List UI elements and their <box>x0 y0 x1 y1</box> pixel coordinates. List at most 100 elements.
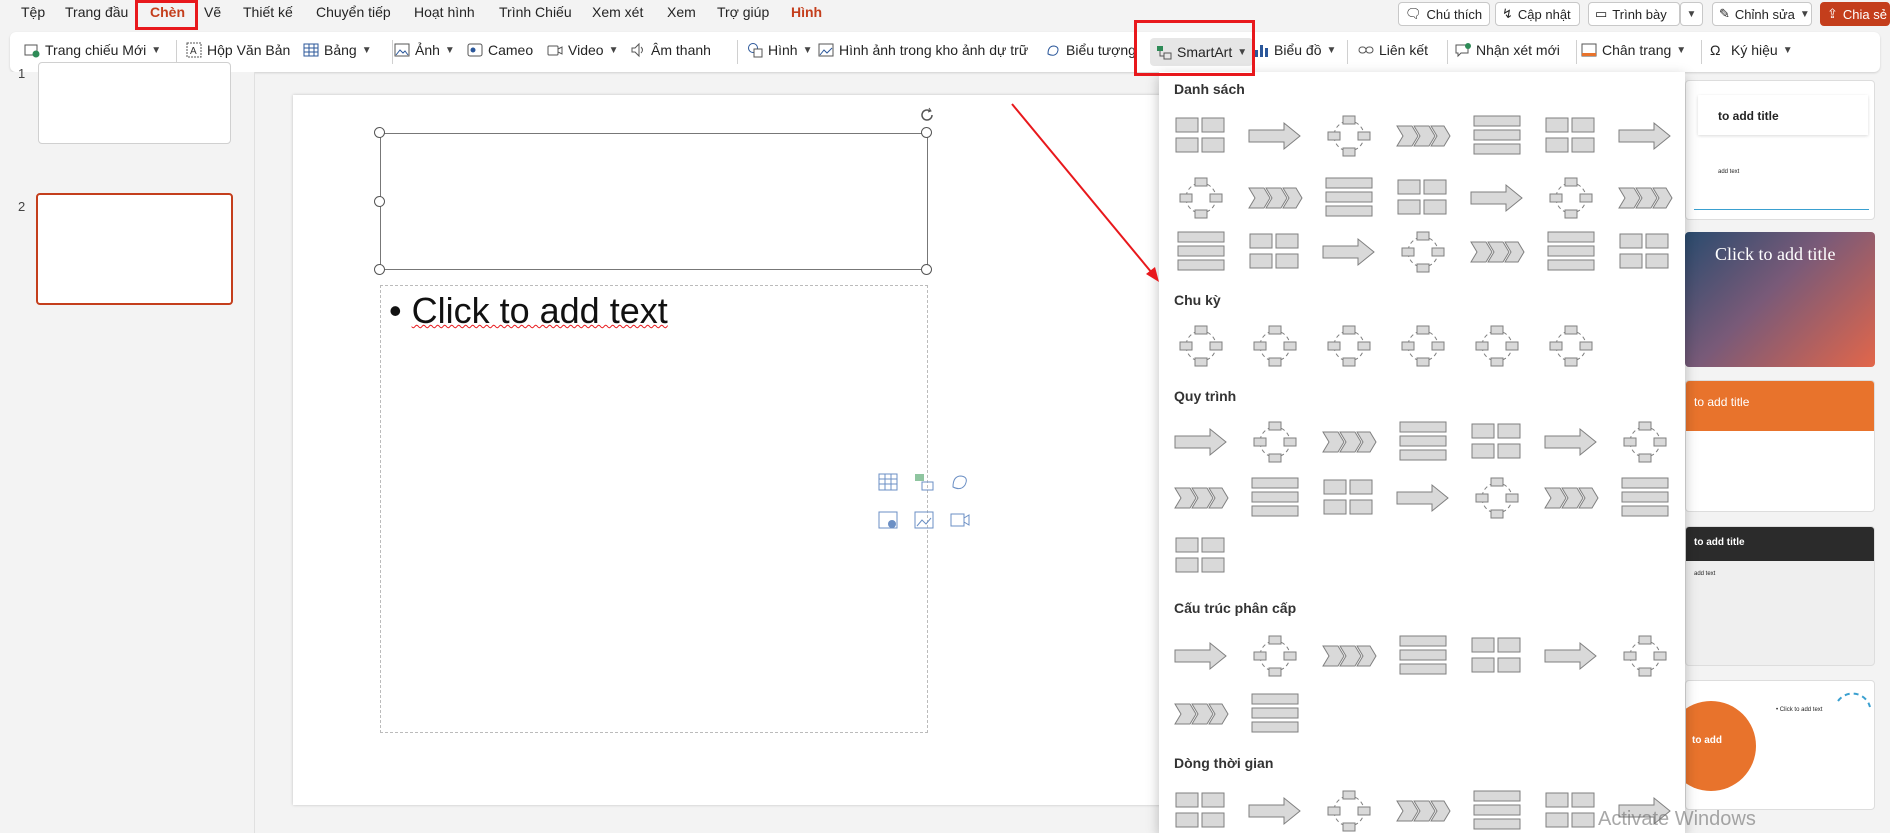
menu-help[interactable]: Trợ giúp <box>717 4 769 20</box>
chart-button[interactable]: Biểu đồ ▼ <box>1253 42 1336 58</box>
smartart-layout-thumbnail[interactable] <box>1246 228 1304 276</box>
smartart-layout-thumbnail[interactable] <box>1172 112 1230 160</box>
smartart-layout-thumbnail[interactable] <box>1616 632 1674 680</box>
symbols-button[interactable]: Ω Ký hiệu ▼ <box>1710 42 1793 58</box>
present-button[interactable]: ▭ Trình bày <box>1588 2 1680 26</box>
editing-mode-button[interactable]: ✎ Chỉnh sửa ▼ <box>1712 2 1812 26</box>
table-button[interactable]: Bảng ▼ <box>303 42 372 58</box>
smartart-layout-thumbnail[interactable] <box>1468 174 1526 222</box>
new-slide-button[interactable]: Trang chiếu Mới ▼ <box>24 42 161 58</box>
smartart-layout-thumbnail[interactable] <box>1172 228 1230 276</box>
smartart-layout-thumbnail[interactable] <box>1172 474 1230 522</box>
smartart-layout-thumbnail[interactable] <box>1320 474 1378 522</box>
audio-button[interactable]: Âm thanh <box>630 42 711 58</box>
smartart-layout-thumbnail[interactable] <box>1542 228 1600 276</box>
smartart-layout-thumbnail[interactable] <box>1468 112 1526 160</box>
design-idea-4[interactable]: to add title add text <box>1685 526 1875 666</box>
smartart-layout-thumbnail[interactable] <box>1246 174 1304 222</box>
cameo-button[interactable]: Cameo <box>467 42 533 58</box>
smartart-layout-thumbnail[interactable] <box>1394 112 1452 160</box>
smartart-layout-thumbnail[interactable] <box>1172 418 1230 466</box>
menu-view[interactable]: Xem <box>667 4 696 20</box>
smartart-layout-thumbnail[interactable] <box>1172 690 1230 738</box>
smartart-layout-thumbnail[interactable] <box>1320 228 1378 276</box>
smartart-layout-thumbnail[interactable] <box>1246 474 1304 522</box>
smartart-layout-thumbnail[interactable] <box>1172 787 1230 833</box>
body-placeholder[interactable]: • Click to add text <box>380 285 970 733</box>
smartart-layout-thumbnail[interactable] <box>1542 632 1600 680</box>
rotate-handle[interactable] <box>920 107 934 121</box>
design-idea-1[interactable]: to add title add text <box>1685 80 1875 220</box>
smartart-layout-thumbnail[interactable] <box>1246 787 1304 833</box>
smartart-layout-thumbnail[interactable] <box>1616 228 1674 276</box>
design-idea-3[interactable]: to add title <box>1685 380 1875 512</box>
slide-thumbnail-1[interactable] <box>38 62 231 144</box>
smartart-layout-thumbnail[interactable] <box>1320 418 1378 466</box>
smartart-layout-thumbnail[interactable] <box>1246 112 1304 160</box>
smartart-layout-thumbnail[interactable] <box>1468 322 1526 370</box>
new-comment-button[interactable]: Nhận xét mới <box>1455 42 1560 58</box>
smartart-layout-thumbnail[interactable] <box>1616 418 1674 466</box>
smartart-layout-thumbnail[interactable] <box>1172 174 1230 222</box>
smartart-layout-thumbnail[interactable] <box>1320 174 1378 222</box>
link-button[interactable]: Liên kết <box>1358 42 1428 58</box>
smartart-layout-thumbnail[interactable] <box>1542 787 1600 833</box>
menu-review[interactable]: Xem xét <box>592 4 643 20</box>
menu-file[interactable]: Tệp <box>21 4 45 20</box>
menu-design[interactable]: Thiết kế <box>243 4 293 20</box>
design-idea-5[interactable]: to add • Click to add text <box>1685 680 1875 810</box>
insert-video-icon[interactable] <box>950 510 972 532</box>
comments-button[interactable]: 🗨 Chú thích <box>1398 2 1490 26</box>
smartart-layout-thumbnail[interactable] <box>1172 322 1230 370</box>
smartart-layout-thumbnail[interactable] <box>1246 632 1304 680</box>
catch-up-button[interactable]: ↯ Cập nhật <box>1495 2 1580 26</box>
textbox-button[interactable]: A Hộp Văn Bản <box>186 42 290 58</box>
smartart-layout-thumbnail[interactable] <box>1320 787 1378 833</box>
smartart-layout-thumbnail[interactable] <box>1246 690 1304 738</box>
smartart-layout-thumbnail[interactable] <box>1246 418 1304 466</box>
title-placeholder[interactable] <box>380 133 928 270</box>
smartart-layout-thumbnail[interactable] <box>1172 532 1230 580</box>
smartart-layout-thumbnail[interactable] <box>1616 112 1674 160</box>
smartart-layout-thumbnail[interactable] <box>1394 174 1452 222</box>
smartart-layout-thumbnail[interactable] <box>1616 474 1674 522</box>
resize-handle[interactable] <box>374 264 385 275</box>
icons-button[interactable]: Biểu tượng <box>1045 42 1136 58</box>
menu-draw[interactable]: Vẽ <box>204 4 221 20</box>
menu-home[interactable]: Trang đầu <box>65 4 128 20</box>
smartart-layout-thumbnail[interactable] <box>1394 787 1452 833</box>
smartart-layout-thumbnail[interactable] <box>1394 228 1452 276</box>
footer-button[interactable]: Chân trang ▼ <box>1581 42 1686 58</box>
resize-handle[interactable] <box>921 264 932 275</box>
stock-images-button[interactable]: Hình ảnh trong kho ảnh dự trữ <box>818 42 1028 58</box>
smartart-layout-thumbnail[interactable] <box>1394 418 1452 466</box>
smartart-layout-thumbnail[interactable] <box>1468 228 1526 276</box>
smartart-layout-thumbnail[interactable] <box>1542 112 1600 160</box>
smartart-layout-thumbnail[interactable] <box>1320 632 1378 680</box>
insert-icons-icon[interactable] <box>950 472 972 494</box>
video-button[interactable]: Video ▼ <box>547 42 618 58</box>
smartart-layout-thumbnail[interactable] <box>1246 322 1304 370</box>
smartart-layout-thumbnail[interactable] <box>1394 474 1452 522</box>
shapes-button[interactable]: Hình ▼ <box>747 42 812 58</box>
insert-table-icon[interactable] <box>878 472 900 494</box>
menu-slideshow[interactable]: Trình Chiếu <box>499 4 572 20</box>
smartart-layout-thumbnail[interactable] <box>1172 632 1230 680</box>
smartart-layout-thumbnail[interactable] <box>1394 322 1452 370</box>
insert-picture-icon[interactable] <box>878 510 900 532</box>
share-button[interactable]: ⇪ Chia sẻ <box>1820 2 1890 26</box>
design-idea-2[interactable]: Click to add title <box>1685 232 1875 367</box>
menu-animations[interactable]: Hoạt hình <box>414 4 475 20</box>
smartart-layout-thumbnail[interactable] <box>1468 474 1526 522</box>
insert-stock-image-icon[interactable] <box>914 510 936 532</box>
smartart-layout-thumbnail[interactable] <box>1616 174 1674 222</box>
smartart-layout-thumbnail[interactable] <box>1468 418 1526 466</box>
resize-handle[interactable] <box>374 127 385 138</box>
smartart-layout-thumbnail[interactable] <box>1542 322 1600 370</box>
smartart-layout-thumbnail[interactable] <box>1394 632 1452 680</box>
smartart-layout-thumbnail[interactable] <box>1542 174 1600 222</box>
smartart-layout-thumbnail[interactable] <box>1542 474 1600 522</box>
resize-handle[interactable] <box>374 196 385 207</box>
smartart-layout-thumbnail[interactable] <box>1542 418 1600 466</box>
menu-shape-format[interactable]: Hình <box>791 4 822 20</box>
